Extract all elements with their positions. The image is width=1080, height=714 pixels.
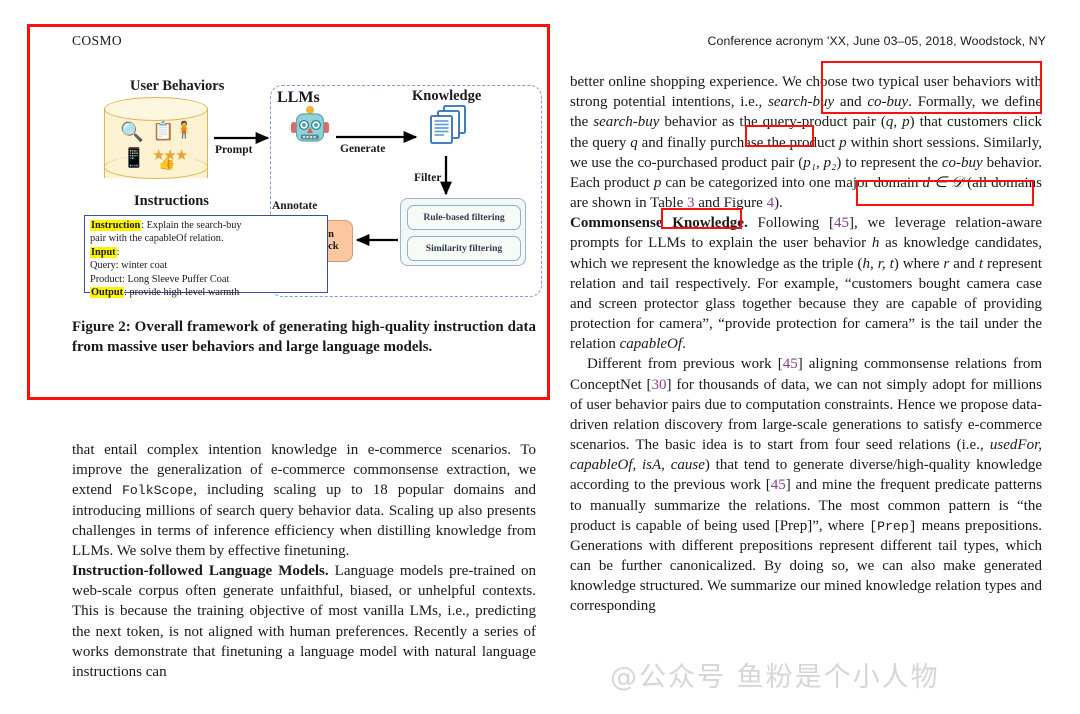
- right-paragraph-2: Commonsense Knowledge. Following [45], w…: [570, 213, 1042, 354]
- rp2-a: Following [: [747, 215, 834, 232]
- instruction-line-2: pair with the capableOf relation.: [90, 233, 224, 245]
- rp2-e: and: [949, 255, 979, 272]
- rp1-b: and: [834, 94, 868, 111]
- magnifier-cart-icon: 🔍: [120, 122, 144, 143]
- thumbs-up-icon: 👍: [158, 156, 176, 171]
- rp2-heading: Commonsense Knowledge.: [570, 215, 748, 232]
- arrow-label-generate: Generate: [340, 143, 386, 155]
- output-key-highlight: Output: [90, 286, 125, 298]
- left-column-text: that entail complex intention knowledge …: [72, 440, 536, 682]
- figure-label-knowledge: Knowledge: [412, 88, 482, 104]
- input-key-highlight: Input: [90, 246, 117, 258]
- instruction-line-3: Input:: [90, 246, 323, 259]
- rp1-p: p: [839, 134, 847, 151]
- rp2-hrt: h, r, t: [862, 255, 894, 272]
- figure-label-llms: LLMs: [277, 89, 320, 106]
- lp1-folkscope: FolkScope: [121, 483, 194, 499]
- rp2-capableof: capableOf: [619, 336, 683, 353]
- output-val: : provide high-level warmth: [124, 286, 240, 298]
- product-list-icon: 📋: [152, 121, 175, 141]
- instruction-line-output: Output: provide high-level warmth: [90, 286, 323, 299]
- instruction-line-1: Instruction: Explain the search-buy: [90, 219, 323, 232]
- instructions-example-box: Instruction: Explain the search-buy pair…: [84, 215, 328, 298]
- rp1-co-buy-2: co-buy: [941, 154, 983, 171]
- watermark-overlay: @公众号 鱼粉是个小人物: [610, 662, 940, 693]
- rp1-o: and Figure: [694, 195, 767, 212]
- figure-caption: Figure 2: Overall framework of generatin…: [72, 319, 536, 355]
- citation-30[interactable]: 30: [652, 377, 667, 393]
- figure-label-user-behaviors: User Behaviors: [130, 78, 225, 94]
- rp1-g: and finally purchase the product: [637, 134, 840, 151]
- rp1-m: can be categorized into one major domain: [661, 174, 923, 191]
- rp1-q: q: [630, 134, 638, 151]
- arrow-label-prompt: Prompt: [215, 144, 253, 156]
- rp2-g: .: [682, 336, 686, 353]
- rp3-a: Different from previous work [: [587, 356, 783, 373]
- left-paragraph-2: Instruction-followed Language Models. La…: [72, 561, 536, 682]
- figure-label-instructions: Instructions: [134, 193, 209, 209]
- citation-45-c[interactable]: 45: [771, 477, 786, 493]
- rp1-co-buy-1: co-buy: [867, 94, 909, 111]
- user-behaviors-database-cylinder: 🔍 📋 🧍 📱 ★★★ 👍: [104, 97, 208, 189]
- document-page: COSMO Conference acronym 'XX, June 03–05…: [0, 0, 1080, 714]
- rp3-prep-token: [Prep]: [869, 518, 917, 534]
- right-paragraph-3: Different from previous work [45] aligni…: [570, 354, 1042, 616]
- rule-based-filtering-box: Rule-based filtering: [407, 205, 521, 230]
- lp2-body: Language models pre-trained on web-scale…: [72, 563, 536, 680]
- citation-45-b[interactable]: 45: [783, 356, 798, 372]
- robot-llm-icon: [291, 106, 329, 142]
- rp1-qp: q, p: [885, 114, 910, 131]
- similarity-filtering-box: Similarity filtering: [407, 236, 521, 261]
- rp1-j: ) to represent the: [836, 154, 942, 171]
- running-head-right: Conference acronym 'XX, June 03–05, 2018…: [707, 34, 1046, 48]
- right-column-text: better online shopping experience. We ch…: [570, 72, 1042, 617]
- input-val: :: [116, 246, 120, 258]
- citation-45-a[interactable]: 45: [834, 215, 849, 231]
- instruction-line-query: Query: winter coat: [90, 260, 168, 272]
- figure-ref-4[interactable]: 4: [767, 195, 775, 211]
- rp1-search-buy-1: search-buy: [768, 94, 835, 111]
- rp2-d: ) where: [893, 255, 944, 272]
- left-paragraph-1: that entail complex intention knowledge …: [72, 440, 536, 561]
- rp1-p12: p₁, p₂: [803, 154, 837, 171]
- rp1-search-buy-2: search-buy: [593, 114, 660, 131]
- instruction-val-1: : Explain the search-buy: [141, 220, 242, 231]
- rp1-domain: d ∈ 𝒟: [922, 174, 964, 191]
- rp1-d: behavior as the query-product pair (: [659, 114, 886, 131]
- arrow-label-filter: Filter: [414, 172, 442, 184]
- filtering-group: Rule-based filtering Similarity filterin…: [400, 198, 526, 266]
- instruction-key-highlight: Instruction: [90, 220, 142, 231]
- instruction-line-product: Product: Long Sleeve Puffer Coat: [90, 273, 230, 285]
- person-icon: 🧍: [174, 122, 194, 139]
- lp2-heading: Instruction-followed Language Models.: [72, 563, 329, 580]
- arrow-label-annotate: Annotate: [272, 200, 318, 212]
- rp1-p-end: ).: [774, 195, 783, 212]
- knowledge-documents-icon: [430, 105, 466, 144]
- running-head-left: COSMO: [72, 33, 123, 48]
- figure-2-diagram: User Behaviors LLMs Knowledge Instructio…: [72, 70, 542, 300]
- mobile-phone-icon: 📱: [122, 148, 146, 169]
- cylinder-top: [104, 97, 208, 121]
- right-paragraph-1: better online shopping experience. We ch…: [570, 72, 1042, 213]
